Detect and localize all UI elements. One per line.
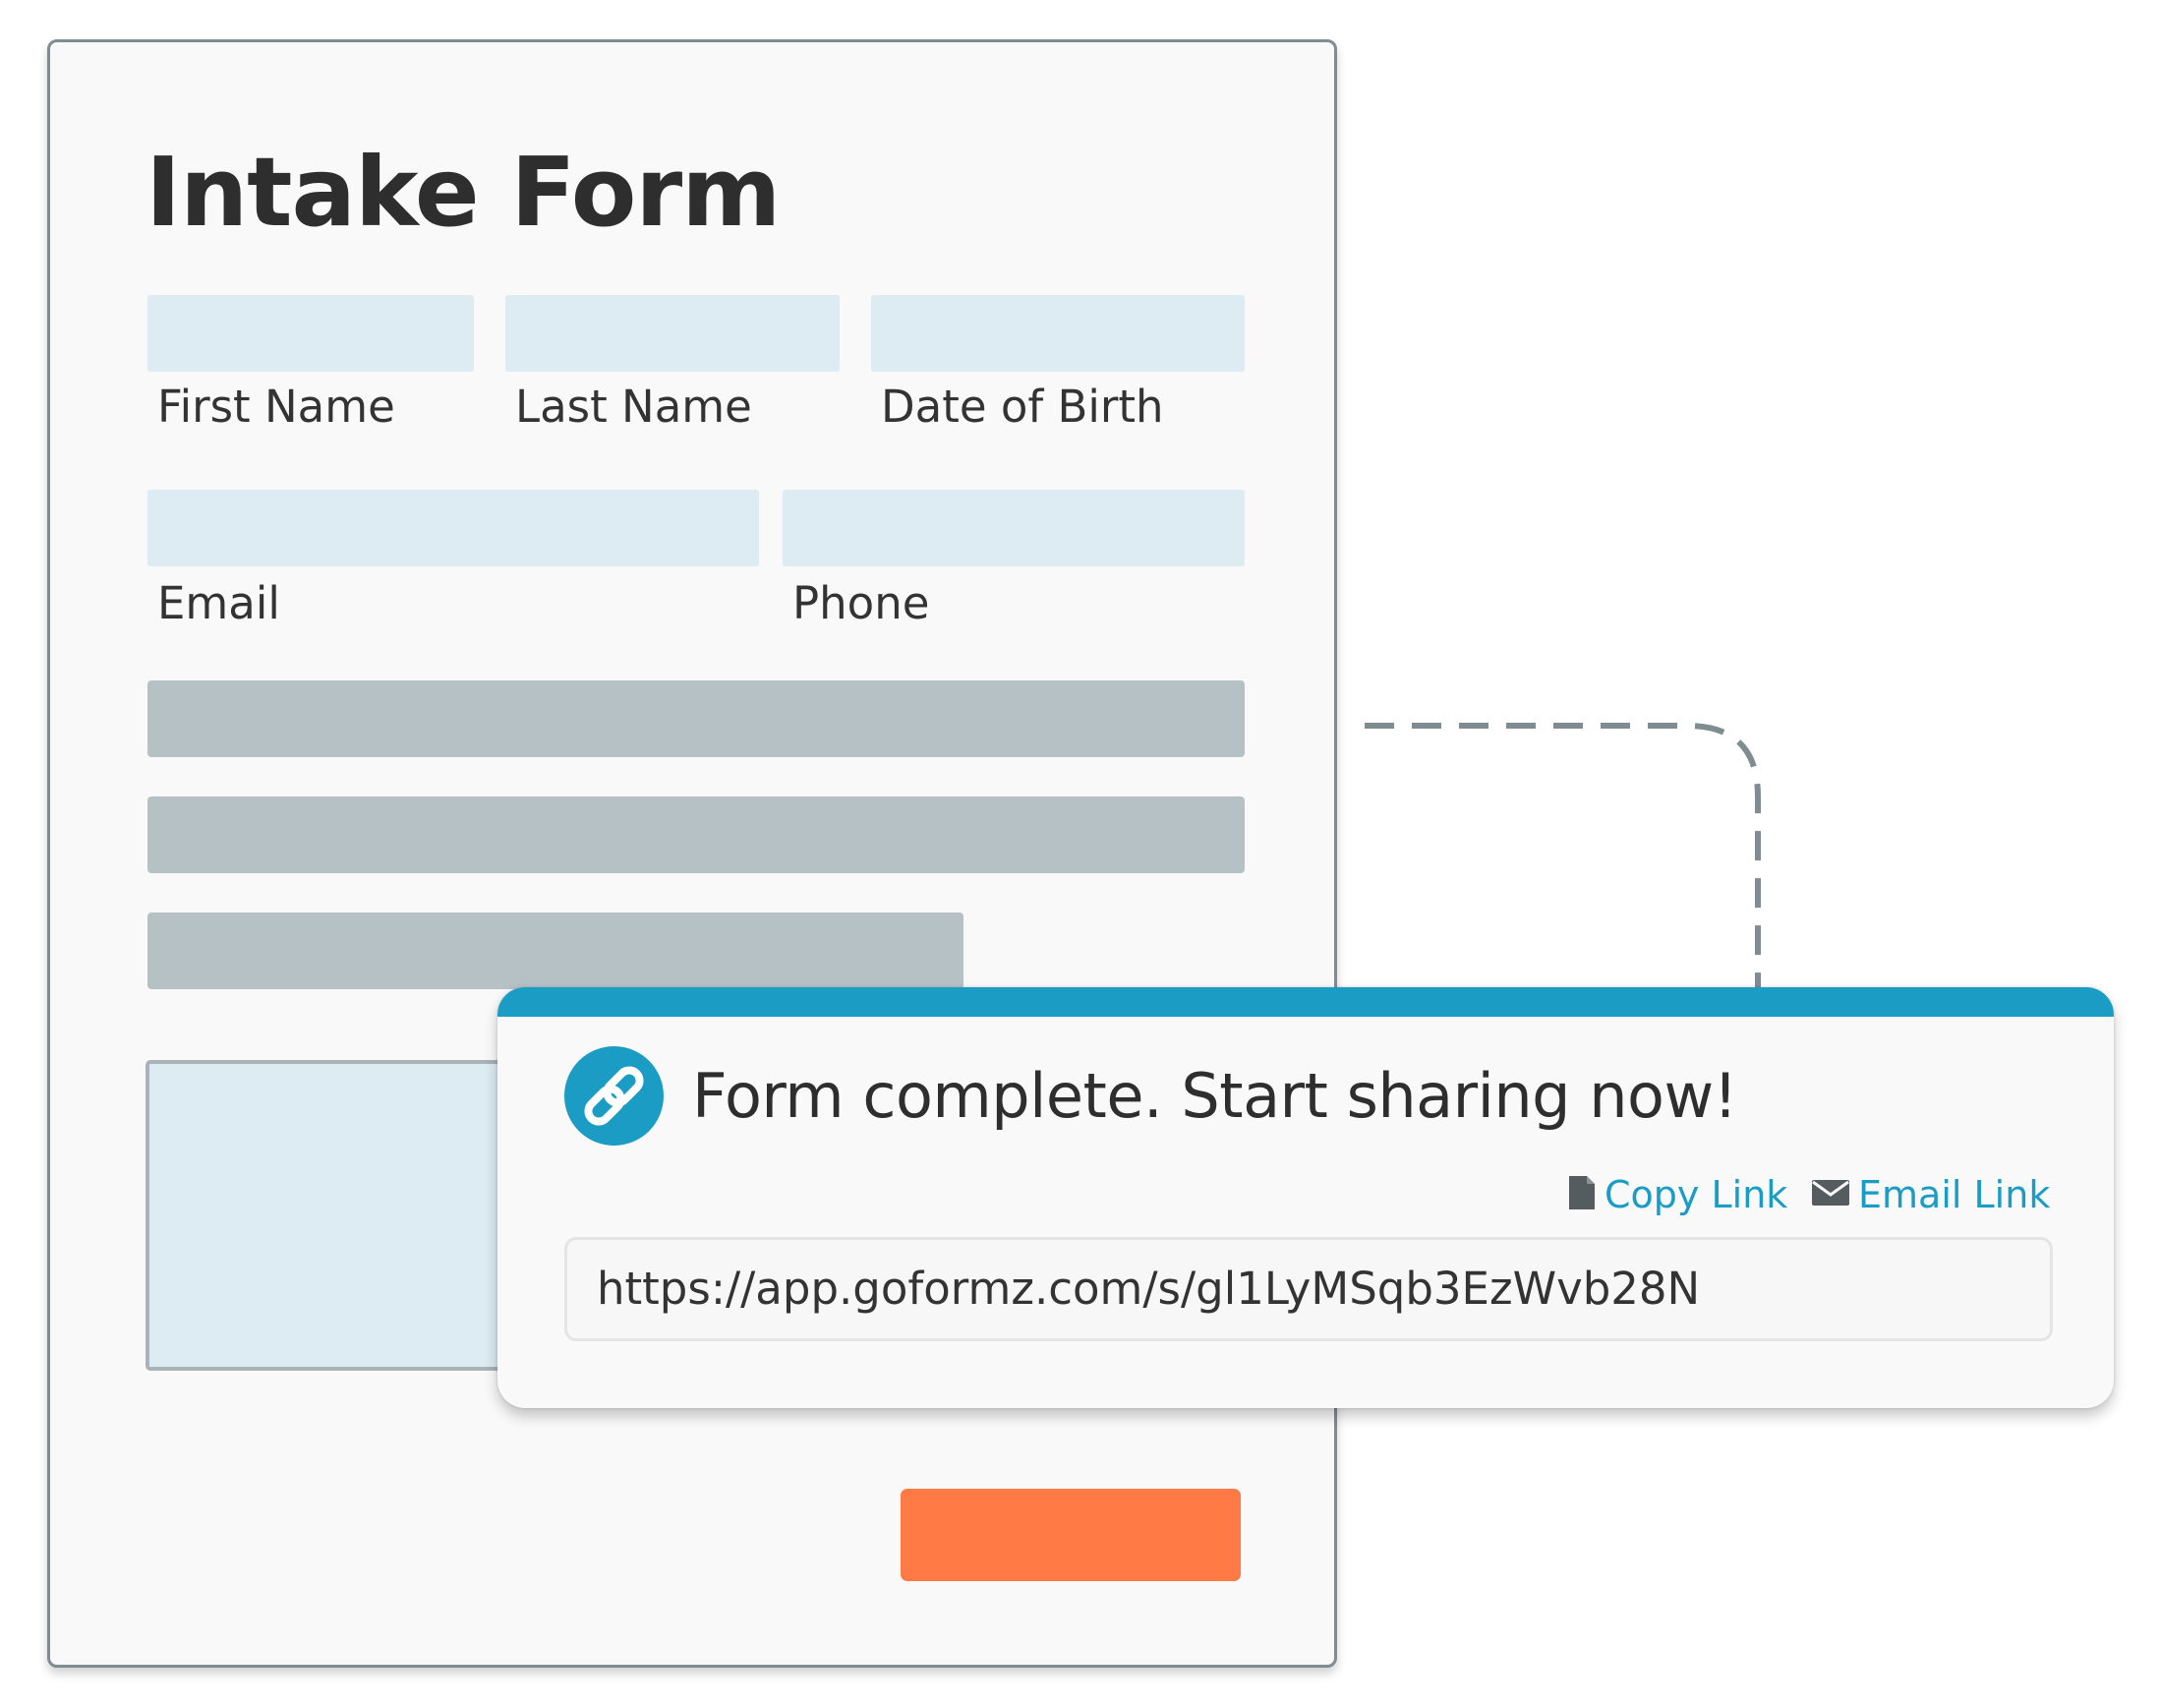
phone-field[interactable] bbox=[783, 490, 1245, 566]
email-field[interactable] bbox=[147, 490, 759, 566]
popup-accent-bar bbox=[497, 987, 2114, 1017]
content-placeholder-bar bbox=[147, 680, 1245, 757]
phone-label: Phone bbox=[792, 577, 930, 629]
link-icon bbox=[564, 1046, 664, 1146]
email-link-label: Email Link bbox=[1858, 1173, 2051, 1216]
popup-heading: Form complete. Start sharing now! bbox=[692, 1060, 1738, 1132]
share-url-field[interactable]: https://app.goformz.com/s/gl1LyMSqb3EzWv… bbox=[564, 1237, 2053, 1341]
document-icon bbox=[1567, 1174, 1597, 1215]
email-link-button[interactable]: Email Link bbox=[1811, 1170, 2050, 1219]
submit-button[interactable] bbox=[901, 1489, 1241, 1581]
copy-link-label: Copy Link bbox=[1605, 1173, 1788, 1216]
envelope-icon bbox=[1811, 1178, 1850, 1211]
email-label: Email bbox=[157, 577, 280, 629]
form-title: Intake Form bbox=[146, 137, 781, 248]
last-name-label: Last Name bbox=[515, 381, 752, 433]
content-placeholder-bar bbox=[147, 913, 963, 989]
dashed-connector-line bbox=[1365, 723, 1761, 999]
content-placeholder-bar bbox=[147, 796, 1245, 873]
copy-link-button[interactable]: Copy Link bbox=[1567, 1170, 1787, 1219]
date-of-birth-label: Date of Birth bbox=[881, 381, 1164, 433]
last-name-field[interactable] bbox=[505, 295, 840, 372]
first-name-field[interactable] bbox=[147, 295, 474, 372]
first-name-label: First Name bbox=[157, 381, 395, 433]
share-link-popup: Form complete. Start sharing now! Copy L… bbox=[497, 987, 2114, 1408]
date-of-birth-field[interactable] bbox=[871, 295, 1245, 372]
